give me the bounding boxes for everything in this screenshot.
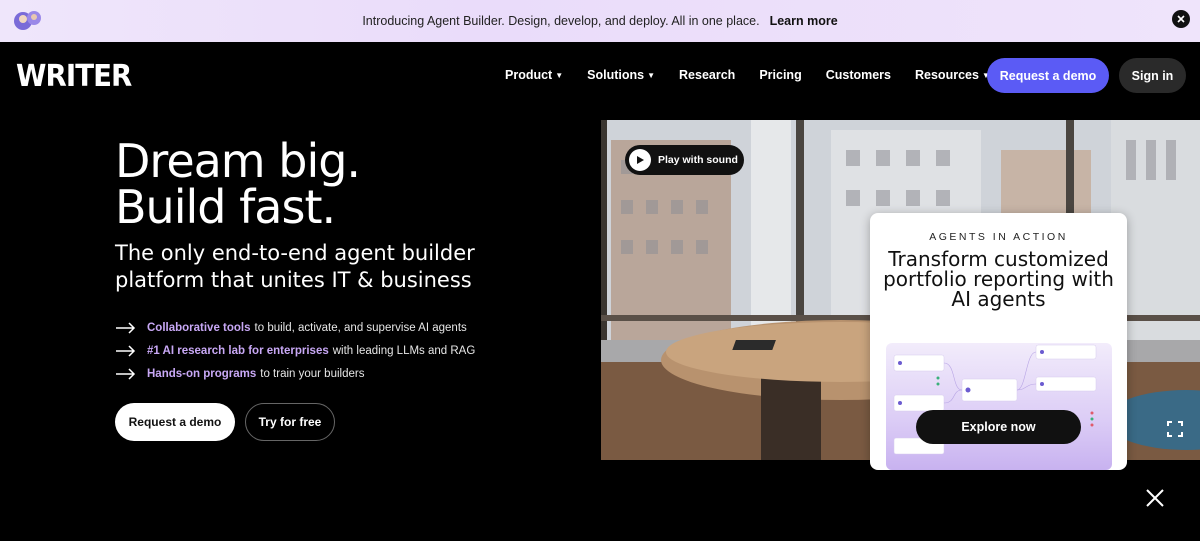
nav-label: Customers	[825, 68, 891, 82]
nav-item-product[interactable]: Product ▼	[505, 68, 563, 82]
feature-highlight[interactable]: Hands-on programs	[147, 368, 256, 380]
feature-text: to build, activate, and supervise AI age…	[254, 321, 467, 334]
play-with-sound-button[interactable]: Play with sound	[625, 145, 744, 175]
feature-highlight[interactable]: #1 AI research lab for enterprises	[147, 345, 329, 357]
play-icon	[629, 149, 651, 171]
nav-item-pricing[interactable]: Pricing	[759, 68, 801, 82]
close-announcement-button[interactable]	[1172, 10, 1190, 28]
agent-workflow-diagram	[886, 343, 1112, 470]
nav-label: Product	[505, 68, 553, 82]
nav-item-research[interactable]: Research	[679, 68, 735, 82]
nav-item-resources[interactable]: Resources ▼	[915, 68, 990, 82]
card-title: Transform customized portfolio reporting…	[883, 247, 1114, 311]
arrow-right-icon	[116, 367, 136, 380]
nav-label: Solutions	[587, 68, 645, 82]
announcement-bar: Introducing Agent Builder. Design, devel…	[0, 0, 1200, 42]
feature-text: with leading LLMs and RAG	[332, 344, 476, 357]
nav-item-solutions[interactable]: Solutions ▼	[587, 68, 655, 82]
feature-text: to train your builders	[260, 367, 365, 380]
hero-title: Dream big. Build fast.	[115, 134, 361, 234]
close-icon[interactable]	[1145, 488, 1165, 508]
nav-item-customers[interactable]: Customers	[826, 68, 891, 82]
workflow-graphic	[893, 344, 1097, 455]
hero-subtitle: The only end-to-end agent builder platfo…	[115, 241, 475, 292]
nav-label: Resources	[915, 68, 979, 82]
arrow-right-icon	[116, 344, 136, 357]
nav-label: Pricing	[759, 68, 802, 82]
card-eyebrow: AGENTS IN ACTION	[929, 231, 1068, 243]
announcement-text: Introducing Agent Builder. Design, devel…	[362, 14, 760, 28]
caret-down-icon: ▼	[647, 70, 656, 80]
site-header: WRITER Product ▼ Solutions ▼ Research Pric…	[0, 42, 1200, 110]
arrow-right-icon	[116, 321, 136, 334]
writer-logo[interactable]: WRITER	[16, 59, 132, 94]
main-nav: Product ▼ Solutions ▼ Research Pricing Cus…	[505, 68, 1014, 82]
play-label: Play with sound	[658, 154, 738, 166]
explore-now-button[interactable]: Explore now	[916, 410, 1081, 444]
hero-title-line2: Build fast.	[115, 180, 336, 234]
avatar-icon	[14, 11, 41, 30]
hero-title-line1: Dream big.	[115, 134, 361, 188]
hero-request-demo-button[interactable]: Request a demo	[115, 403, 235, 441]
fullscreen-icon[interactable]	[1166, 420, 1184, 438]
try-for-free-button[interactable]: Try for free	[245, 403, 335, 441]
caret-down-icon: ▼	[555, 70, 564, 80]
feature-highlight[interactable]: Collaborative tools	[147, 322, 251, 334]
nav-label: Research	[679, 68, 736, 82]
agents-in-action-card[interactable]: AGENTS IN ACTION Transform customized po…	[870, 213, 1127, 470]
feature-item: #1 AI research lab for enterprises with …	[115, 339, 475, 362]
feature-item: Hands-on programs to train your builders	[115, 362, 475, 385]
sign-in-button[interactable]: Sign in	[1119, 58, 1186, 93]
feature-item: Collaborative tools to build, activate, …	[115, 316, 475, 339]
learn-more-link[interactable]: Learn more	[770, 14, 838, 28]
close-icon	[1177, 15, 1185, 23]
request-demo-button[interactable]: Request a demo	[987, 58, 1109, 93]
feature-list: Collaborative tools to build, activate, …	[115, 316, 475, 385]
